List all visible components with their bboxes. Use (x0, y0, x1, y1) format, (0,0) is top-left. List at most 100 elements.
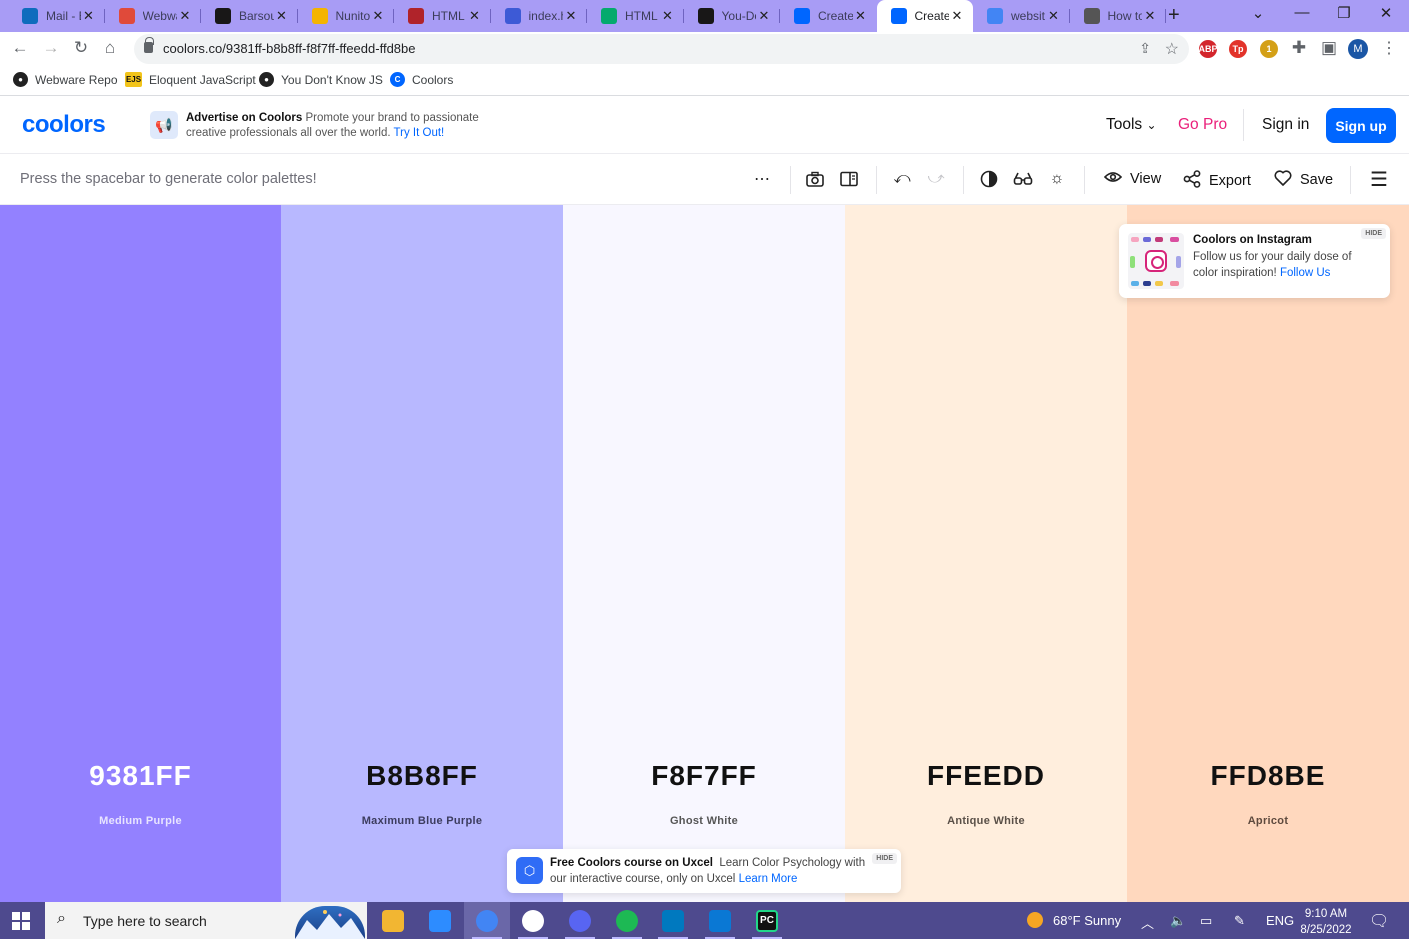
taskbar-app[interactable] (697, 902, 743, 939)
battery-icon[interactable]: ▭ (1200, 913, 1212, 929)
browser-tab[interactable]: Create ✕ (780, 0, 877, 32)
close-tab-icon[interactable]: ✕ (274, 8, 290, 24)
taskbar-clock[interactable]: 9:10 AM 8/25/2022 (1296, 906, 1356, 938)
swatch-hex-code[interactable]: B8B8FF (281, 760, 563, 792)
chrome-menu-icon[interactable]: ⋮ (1381, 38, 1397, 58)
camera-icon[interactable] (804, 168, 826, 190)
weather-text[interactable]: 68°F Sunny (1053, 913, 1121, 928)
tray-overflow-icon[interactable]: ︿ (1141, 913, 1154, 932)
close-window-button[interactable]: ✕ (1366, 4, 1406, 22)
language-indicator[interactable]: ENG (1266, 913, 1294, 928)
taskbar-app[interactable] (510, 902, 556, 939)
notifications-icon[interactable]: 🗨 (1369, 911, 1389, 931)
bookmark-you-dont-know-js[interactable]: ● You Don't Know JS (259, 72, 383, 87)
swatch-hex-code[interactable]: F8F7FF (563, 760, 845, 792)
undo-icon[interactable]: ⤺ (891, 168, 913, 190)
shield-extension-icon[interactable]: 1 (1260, 40, 1278, 58)
browser-tab[interactable]: Nunito ✕ (298, 0, 394, 32)
reload-icon[interactable]: ↻ (70, 38, 92, 58)
glasses-icon[interactable] (1012, 168, 1034, 190)
color-swatch[interactable]: FFEEDD Antique White (845, 205, 1127, 902)
more-options-icon[interactable]: ⋯ (751, 168, 773, 190)
tp-icon[interactable]: Tp (1229, 40, 1247, 58)
color-swatch[interactable]: B8B8FF Maximum Blue Purple (281, 205, 563, 902)
close-tab-icon[interactable]: ✕ (81, 8, 97, 24)
taskbar-app[interactable] (370, 902, 416, 939)
taskbar-app[interactable] (417, 902, 463, 939)
side-panel-icon[interactable]: ▣ (1318, 38, 1340, 58)
restore-button[interactable]: ❐ (1324, 4, 1364, 22)
brightness-icon[interactable]: ☼ (1046, 168, 1068, 190)
bookmark-webware-repo[interactable]: ● Webware Repo (13, 72, 118, 87)
close-tab-icon[interactable]: ✕ (1046, 8, 1062, 24)
hamburger-menu-icon[interactable]: ☰ (1368, 168, 1390, 191)
close-tab-icon[interactable]: ✕ (1142, 8, 1158, 24)
home-icon[interactable]: ⌂ (99, 38, 121, 58)
taskbar-search[interactable]: ⌕ Type here to search (45, 902, 367, 939)
swatch-hex-code[interactable]: 9381FF (0, 760, 281, 792)
new-tab-button[interactable]: + (1168, 4, 1180, 27)
forward-icon[interactable]: → (40, 38, 62, 58)
close-tab-icon[interactable]: ✕ (370, 8, 386, 24)
color-swatch[interactable]: F8F7FF Ghost White (563, 205, 845, 902)
browser-tab[interactable]: HTML ✕ (587, 0, 684, 32)
browser-tab[interactable]: You-Do✕ (684, 0, 780, 32)
color-swatch[interactable]: FFD8BE Apricot (1127, 205, 1409, 902)
url-text[interactable]: coolors.co/9381ff-b8b8ff-f8f7ff-ffeedd-f… (163, 41, 415, 56)
coolors-logo[interactable]: coolors (22, 111, 106, 139)
tools-menu[interactable]: Tools ⌄ (1106, 116, 1157, 134)
redo-icon[interactable]: ⤻ (925, 168, 947, 190)
swatch-hex-code[interactable]: FFD8BE (1127, 760, 1409, 792)
tab-search-icon[interactable]: ⌄ (1238, 4, 1278, 22)
hide-instagram-button[interactable]: HIDE (1361, 228, 1386, 239)
save-button[interactable]: Save (1274, 170, 1333, 190)
close-tab-icon[interactable]: ✕ (563, 8, 579, 24)
close-tab-icon[interactable]: ✕ (177, 8, 193, 24)
sign-in-link[interactable]: Sign in (1262, 116, 1309, 134)
learn-more-link[interactable]: Learn More (739, 873, 798, 885)
sign-up-button[interactable]: Sign up (1326, 108, 1396, 143)
taskbar-app[interactable] (604, 902, 650, 939)
browser-tab[interactable]: Create ✕ (876, 0, 973, 32)
view-button[interactable]: View (1103, 170, 1161, 187)
address-bar[interactable]: coolors.co/9381ff-b8b8ff-f8f7ff-ffeedd-f… (134, 34, 1189, 64)
taskbar-app[interactable] (464, 902, 510, 939)
profile-avatar[interactable]: M (1348, 39, 1368, 59)
back-icon[interactable]: ← (9, 38, 31, 58)
close-tab-icon[interactable]: ✕ (467, 8, 483, 24)
browser-tab[interactable]: index.h✕ (491, 0, 587, 32)
browser-tab[interactable]: How to ✕ (1070, 0, 1166, 32)
weather-icon[interactable] (1026, 911, 1044, 932)
bookmark-coolors[interactable]: C Coolors (390, 72, 453, 87)
adblock-icon[interactable]: ABP (1199, 40, 1218, 58)
swatch-hex-code[interactable]: FFEEDD (845, 760, 1127, 792)
close-tab-icon[interactable]: ✕ (949, 8, 965, 24)
volume-icon[interactable]: 🔈 (1170, 913, 1186, 929)
browser-tab[interactable]: HTML ✕ (394, 0, 491, 32)
taskbar-app[interactable]: PC (744, 902, 790, 939)
extensions-puzzle-icon[interactable]: ✚ (1288, 38, 1310, 58)
color-swatch[interactable]: 9381FF Medium Purple (0, 205, 281, 902)
hide-uxcel-button[interactable]: HIDE (872, 853, 897, 864)
close-tab-icon[interactable]: ✕ (756, 8, 772, 24)
browser-tab[interactable]: Mail - E✕ (8, 0, 105, 32)
advert-link[interactable]: Try It Out! (394, 127, 445, 139)
bookmark-star-icon[interactable]: ☆ (1165, 39, 1179, 59)
export-button[interactable]: Export (1183, 170, 1251, 192)
browser-tab[interactable]: Webwa✕ (105, 0, 201, 32)
close-tab-icon[interactable]: ✕ (660, 8, 676, 24)
windows-start-icon[interactable] (12, 912, 30, 930)
pen-icon[interactable]: ✎ (1234, 913, 1245, 929)
split-view-icon[interactable] (838, 168, 860, 190)
browser-tab[interactable]: Barsou ✕ (201, 0, 298, 32)
follow-us-link[interactable]: Follow Us (1280, 267, 1330, 279)
browser-tab[interactable]: websit ✕ (973, 0, 1070, 32)
share-icon[interactable]: ⇪ (1139, 40, 1151, 57)
taskbar-app[interactable] (650, 902, 696, 939)
minimize-button[interactable]: — (1282, 4, 1322, 21)
contrast-icon[interactable] (978, 168, 1000, 190)
bookmark-eloquent-javascript[interactable]: EJS Eloquent JavaScript (125, 72, 256, 87)
close-tab-icon[interactable]: ✕ (853, 8, 869, 24)
go-pro-link[interactable]: Go Pro (1178, 116, 1227, 134)
taskbar-app[interactable] (557, 902, 603, 939)
